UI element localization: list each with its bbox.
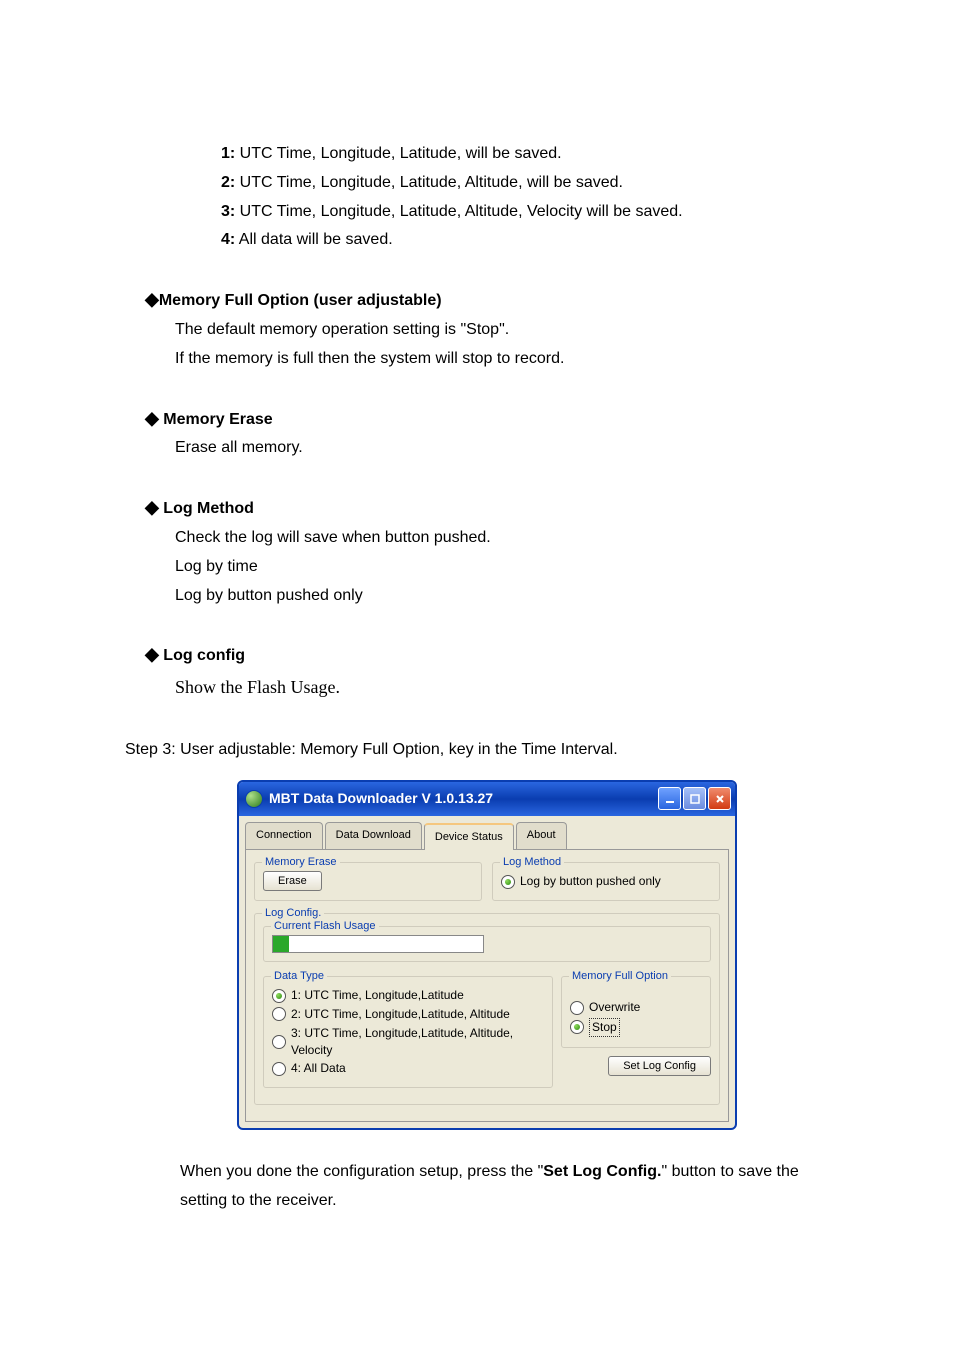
log-config-heading: ◆ Log config [145, 638, 829, 671]
memory-full-option-heading: ◆Memory Full Option (user adjustable) [145, 283, 829, 316]
legend-text-2: UTC Time, Longitude, Latitude, Altitude,… [235, 174, 623, 191]
data-type-opt4-label: 4: All Data [291, 1060, 346, 1077]
memory-erase-heading: ◆ Memory Erase [145, 402, 829, 435]
log-by-button-label: Log by button pushed only [520, 873, 661, 890]
memory-erase-legend: Memory Erase [262, 855, 340, 870]
log-config-fieldset: Log Config. Current Flash Usage Data Typ… [254, 913, 720, 1105]
set-log-config-button[interactable]: Set Log Config [608, 1056, 711, 1076]
memory-erase-fieldset: Memory Erase Erase [254, 862, 482, 901]
log-method-p2: Log by time [175, 553, 829, 582]
window-titlebar[interactable]: MBT Data Downloader V 1.0.13.27 [239, 782, 735, 815]
after-bold: Set Log Config. [543, 1163, 661, 1180]
data-type-radio-3[interactable]: 3: UTC Time, Longitude,Latitude, Altitud… [272, 1025, 544, 1059]
diamond-icon: ◆ [145, 289, 159, 309]
legend-text-1: UTC Time, Longitude, Latitude, will be s… [235, 145, 561, 162]
memory-full-overwrite-radio[interactable]: Overwrite [570, 999, 702, 1016]
legend-num-4: 4: [221, 231, 235, 248]
memory-full-option-legend: Memory Full Option [569, 969, 671, 984]
radio-dot-icon [570, 1020, 584, 1034]
tab-data-download[interactable]: Data Download [325, 822, 422, 850]
overwrite-label: Overwrite [589, 999, 640, 1016]
radio-dot-icon [272, 1007, 286, 1021]
mbt-downloader-window: MBT Data Downloader V 1.0.13.27 Connecti… [237, 780, 737, 1130]
log-method-p3: Log by button pushed only [175, 582, 829, 611]
log-method-p1: Check the log will save when button push… [175, 524, 829, 553]
current-flash-usage-fieldset: Current Flash Usage [263, 926, 711, 962]
maximize-button[interactable] [683, 787, 706, 810]
radio-dot-icon [272, 1062, 286, 1076]
app-icon [245, 790, 263, 808]
data-type-opt2-label: 2: UTC Time, Longitude,Latitude, Altitud… [291, 1006, 510, 1023]
diamond-icon: ◆ [145, 408, 159, 428]
radio-dot-icon [272, 1035, 286, 1049]
legend-text-3: UTC Time, Longitude, Latitude, Altitude,… [235, 203, 682, 220]
minimize-button[interactable] [658, 787, 681, 810]
data-type-radio-2[interactable]: 2: UTC Time, Longitude,Latitude, Altitud… [272, 1006, 544, 1023]
data-type-radio-1[interactable]: 1: UTC Time, Longitude,Latitude [272, 987, 544, 1004]
memory-full-option-title: Memory Full Option (user adjustable) [159, 292, 442, 309]
device-status-panel: Memory Erase Erase Log Method Log by but… [245, 849, 729, 1122]
step-3-text: Step 3: User adjustable: Memory Full Opt… [125, 736, 829, 765]
close-button[interactable] [708, 787, 731, 810]
memory-erase-title: Memory Erase [159, 411, 273, 428]
radio-dot-icon [272, 989, 286, 1003]
memory-full-option-fieldset: Memory Full Option Overwrite Stop [561, 976, 711, 1048]
memory-full-option-p1: The default memory operation setting is … [175, 316, 829, 345]
legend-num-3: 3: [221, 203, 235, 220]
window-title: MBT Data Downloader V 1.0.13.27 [269, 786, 493, 811]
log-config-title: Log config [159, 647, 245, 664]
radio-dot-icon [501, 875, 515, 889]
current-flash-usage-legend: Current Flash Usage [271, 919, 379, 934]
diamond-icon: ◆ [145, 644, 159, 664]
tab-about[interactable]: About [516, 822, 567, 850]
diamond-icon: ◆ [145, 497, 159, 517]
tab-strip: Connection Data Download Device Status A… [239, 816, 735, 850]
legend-num-2: 2: [221, 174, 235, 191]
memory-erase-p1: Erase all memory. [175, 434, 829, 463]
data-type-legend: Data Type [271, 969, 327, 984]
data-type-radio-4[interactable]: 4: All Data [272, 1060, 544, 1077]
radio-dot-icon [570, 1001, 584, 1015]
after-pre: When you done the configuration setup, p… [180, 1163, 543, 1180]
erase-button[interactable]: Erase [263, 871, 322, 891]
data-type-opt3-label: 3: UTC Time, Longitude,Latitude, Altitud… [291, 1025, 544, 1059]
data-type-opt1-label: 1: UTC Time, Longitude,Latitude [291, 987, 464, 1004]
flash-usage-fill [273, 936, 289, 952]
stop-label: Stop [589, 1018, 620, 1037]
memory-full-stop-radio[interactable]: Stop [570, 1018, 702, 1037]
memory-full-option-p2: If the memory is full then the system wi… [175, 345, 829, 374]
tab-device-status[interactable]: Device Status [424, 823, 514, 851]
after-screenshot-text: When you done the configuration setup, p… [180, 1158, 829, 1216]
log-config-p1: Show the Flash Usage. [175, 671, 829, 703]
tab-connection[interactable]: Connection [245, 822, 323, 850]
data-type-legend-list: 1: UTC Time, Longitude, Latitude, will b… [221, 140, 829, 255]
log-method-heading: ◆ Log Method [145, 491, 829, 524]
log-method-legend: Log Method [500, 855, 564, 870]
log-method-fieldset: Log Method Log by button pushed only [492, 862, 720, 901]
data-type-fieldset: Data Type 1: UTC Time, Longitude,Latitud… [263, 976, 553, 1088]
legend-text-4: All data will be saved. [235, 231, 392, 248]
legend-num-1: 1: [221, 145, 235, 162]
log-method-title: Log Method [159, 500, 254, 517]
flash-usage-progress-bar [272, 935, 484, 953]
log-by-button-radio[interactable]: Log by button pushed only [501, 873, 711, 890]
